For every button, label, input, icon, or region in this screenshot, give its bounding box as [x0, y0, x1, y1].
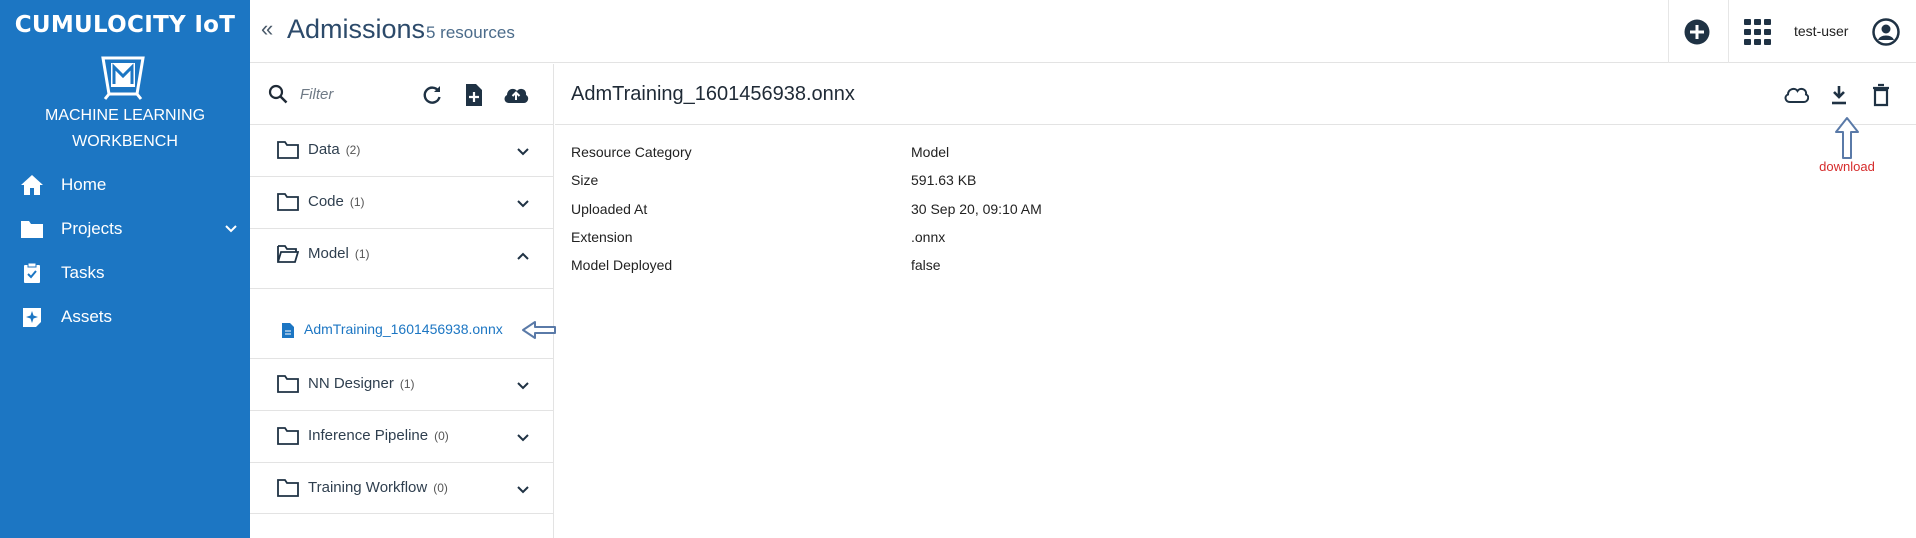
- folder-name: NN Designer (1): [308, 375, 415, 392]
- property-value: 591.63 KB: [911, 172, 977, 188]
- sidebar-item-tasks[interactable]: Tasks: [0, 255, 250, 291]
- folder-training-workflow[interactable]: Training Workflow (0): [250, 462, 554, 514]
- download-annotation: download: [1819, 159, 1875, 174]
- ml-workbench-icon: [101, 56, 145, 100]
- collapse-sidebar-button[interactable]: «: [261, 16, 273, 42]
- folder-outline-icon: [277, 479, 299, 497]
- app-name: MACHINE LEARNING WORKBENCH: [0, 103, 250, 155]
- folder-nn-designer[interactable]: NN Designer (1): [250, 358, 554, 410]
- folder-open-icon: [277, 245, 299, 263]
- home-icon: [21, 175, 43, 195]
- chevron-down-icon: [517, 486, 529, 494]
- sidebar: CUMULOCITY IoT MACHINE LEARNING WORKBENC…: [0, 0, 250, 538]
- app-grid-icon[interactable]: [1744, 19, 1771, 45]
- folder-outline-icon: [277, 375, 299, 393]
- refresh-icon[interactable]: [420, 83, 444, 107]
- folder-count: (0): [433, 481, 448, 495]
- property-row: Size 591.63 KB: [571, 172, 1471, 194]
- resource-list: Data (2) Code (1) Model (1) AdmTraining_160…: [250, 64, 556, 538]
- add-file-icon[interactable]: [462, 83, 486, 107]
- asset-icon: [23, 308, 41, 327]
- page-title: Admissions: [287, 14, 426, 44]
- app-name-line2: WORKBENCH: [72, 133, 178, 150]
- sidebar-item-label: Assets: [61, 307, 113, 326]
- folder-outline-icon: [277, 141, 299, 159]
- delete-icon[interactable]: [1868, 83, 1894, 107]
- folder-outline-icon: [277, 193, 299, 211]
- cloud-upload-icon[interactable]: [502, 83, 530, 107]
- file-link[interactable]: AdmTraining_1601456938.onnx: [304, 321, 503, 337]
- sidebar-item-label: Tasks: [61, 263, 105, 282]
- clipboard-check-icon: [24, 262, 40, 283]
- property-value: false: [911, 257, 941, 273]
- folder-label: Model: [308, 245, 349, 262]
- user-account-icon[interactable]: [1872, 18, 1900, 46]
- property-label: Model Deployed: [571, 257, 673, 273]
- folder-model[interactable]: Model (1): [250, 228, 554, 280]
- property-label: Size: [571, 172, 599, 188]
- property-value: Model: [911, 144, 950, 160]
- folder-icon: [21, 221, 43, 238]
- folder-label: Inference Pipeline: [308, 427, 429, 444]
- top-header: « Admissions 5 resources test-user: [250, 0, 1916, 63]
- detail-title: AdmTraining_1601456938.onnx: [571, 83, 855, 105]
- property-value: .onnx: [911, 229, 946, 245]
- app-root: CUMULOCITY IoT MACHINE LEARNING WORKBENC…: [0, 0, 1916, 538]
- add-circle-icon[interactable]: [1684, 19, 1710, 45]
- app-name-line1: MACHINE LEARNING: [44, 107, 206, 124]
- folder-count: (2): [345, 143, 361, 157]
- folder-name: Model (1): [308, 245, 370, 262]
- list-toolbar: [250, 64, 554, 124]
- folder-data[interactable]: Data (2): [250, 124, 554, 176]
- chevron-down-icon[interactable]: [224, 223, 238, 235]
- property-row: Uploaded At 30 Sep 20, 09:10 AM: [571, 201, 1471, 223]
- annotation-arrow-up-icon: [1835, 117, 1859, 159]
- chevron-up-icon: [517, 252, 529, 260]
- folder-count: (1): [399, 377, 415, 391]
- file-icon: [282, 323, 294, 338]
- sidebar-item-assets[interactable]: Assets: [0, 299, 250, 335]
- cloud-deploy-icon[interactable]: [1783, 83, 1809, 107]
- chevron-down-icon: [517, 382, 529, 390]
- property-label: Extension: [571, 229, 633, 245]
- folder-name: Code (1): [308, 193, 365, 210]
- header-divider: [1728, 0, 1729, 63]
- property-label: Uploaded At: [571, 201, 648, 217]
- filter-input[interactable]: [300, 81, 400, 107]
- folder-count: (1): [349, 195, 365, 209]
- folder-label: Training Workflow: [308, 479, 428, 496]
- property-row: Extension .onnx: [571, 229, 1471, 251]
- property-row: Model Deployed false: [571, 257, 1471, 279]
- resource-detail: AdmTraining_1601456938.onnx download Res…: [555, 64, 1916, 538]
- annotation-arrow-left-icon: [522, 321, 556, 339]
- chevron-down-icon: [517, 200, 529, 208]
- folder-label: Code: [308, 193, 344, 210]
- chevron-down-icon: [517, 148, 529, 156]
- header-divider: [1668, 0, 1669, 63]
- sidebar-item-projects[interactable]: Projects: [0, 211, 250, 247]
- folder-inference-pipeline[interactable]: Inference Pipeline (0): [250, 410, 554, 462]
- sidebar-item-label: Home: [61, 175, 107, 194]
- property-value: 30 Sep 20, 09:10 AM: [911, 201, 1042, 217]
- folder-outline-icon: [277, 427, 299, 445]
- chevron-down-icon: [517, 434, 529, 442]
- folder-code[interactable]: Code (1): [250, 176, 554, 228]
- search-icon: [268, 84, 288, 104]
- folder-count: (1): [354, 247, 370, 261]
- folder-name: Training Workflow (0): [308, 479, 448, 496]
- folder-count: (0): [434, 429, 449, 443]
- property-row: Resource Category Model: [571, 144, 1471, 166]
- resource-count: 5 resources: [426, 23, 515, 42]
- sidebar-item-home[interactable]: Home: [0, 167, 250, 203]
- user-name[interactable]: test-user: [1794, 23, 1848, 39]
- download-icon[interactable]: [1826, 83, 1852, 107]
- folder-label: Data: [308, 141, 340, 158]
- sidebar-item-label: Projects: [61, 219, 123, 238]
- property-label: Resource Category: [571, 144, 692, 160]
- folder-label: NN Designer: [308, 375, 394, 392]
- brand-logo-text: CUMULOCITY IoT: [14, 12, 236, 38]
- detail-header: AdmTraining_1601456938.onnx: [555, 64, 1916, 125]
- folder-name: Inference Pipeline (0): [308, 427, 449, 444]
- folder-name: Data (2): [308, 141, 360, 158]
